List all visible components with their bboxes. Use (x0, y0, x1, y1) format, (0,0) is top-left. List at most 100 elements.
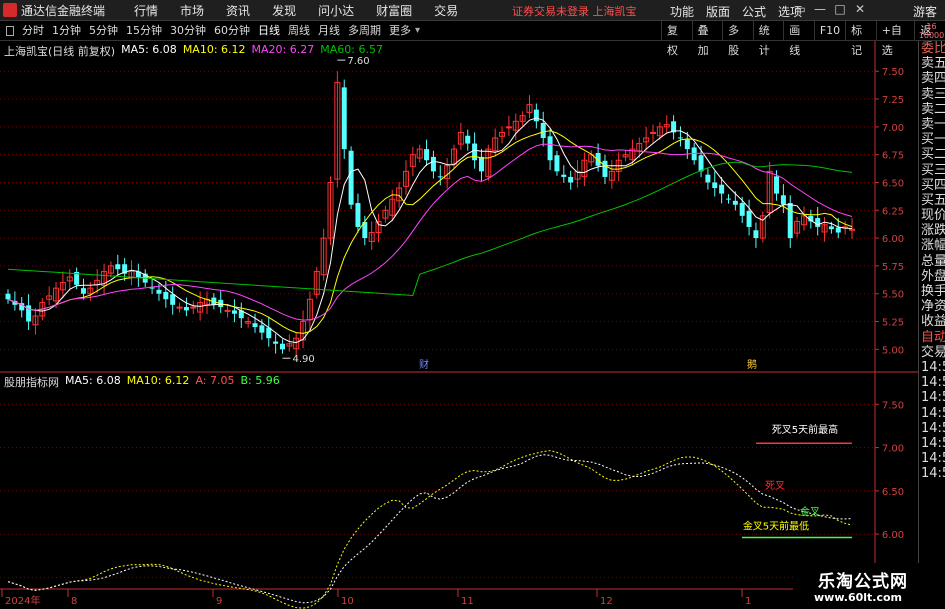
side-item[interactable]: 卖二 (919, 102, 945, 117)
side-item[interactable]: 买五 (919, 193, 945, 208)
period-daily[interactable]: 日线 (254, 21, 284, 41)
main-annotations: 7.604.90财鹅 (282, 56, 757, 371)
y-tick-label: 6.00 (882, 234, 904, 245)
side-item[interactable]: 14:56 (919, 451, 945, 466)
watermark-title: 乐淘公式网 (818, 572, 908, 592)
candle-body (677, 137, 683, 139)
side-item[interactable]: 收益 (919, 314, 945, 329)
period-60min[interactable]: 60分钟 (210, 21, 254, 41)
candle-body (561, 174, 567, 177)
period-multi[interactable]: 多周期 (344, 21, 385, 41)
tool-multi-stock[interactable]: 多股 (722, 21, 753, 57)
chart-area[interactable]: 5.00 5.25 5.50 5.75 6.00 6.25 6.50 6.75 7.00 7.25… (0, 41, 918, 609)
x-tick-label: 11 (461, 596, 474, 607)
tool-draw[interactable]: 画线 (783, 21, 814, 57)
main-legend: 上海凯宝(日线 前复权) MA5: 6.08 MA10: 6.12 MA20: … (4, 43, 383, 59)
period-weekly[interactable]: 周线 (284, 21, 314, 41)
candle-body (163, 292, 169, 300)
side-item[interactable]: 14:56 (919, 390, 945, 405)
period-1min[interactable]: 1分钟 (48, 21, 85, 41)
menu-layout[interactable]: 版面 (700, 3, 736, 20)
side-item[interactable]: 现价 (919, 208, 945, 223)
x-tick-label: 2024年 (5, 594, 40, 607)
side-item[interactable]: 14:56 (919, 360, 945, 375)
tool-overlay[interactable]: 叠加 (691, 21, 723, 57)
panel-toggle-icon[interactable] (6, 25, 14, 36)
page-corner: 16 10000 (918, 22, 945, 41)
restore-icon[interactable]: ▭ (792, 2, 808, 16)
period-5min[interactable]: 5分钟 (85, 21, 122, 41)
menu-formula[interactable]: 公式 (736, 3, 772, 20)
candle-body (355, 203, 361, 227)
ma10-line (7, 130, 853, 334)
legend-sub-a: A: 7.05 (195, 374, 235, 387)
x-tick-label: 1 (745, 596, 751, 607)
side-item[interactable]: 换手 (919, 284, 945, 299)
period-15min[interactable]: 15分钟 (122, 21, 166, 41)
side-item[interactable]: 卖四 (919, 71, 945, 86)
right-menu: 功能 版面 公式 选项 (664, 3, 808, 20)
tool-add-watch[interactable]: +自选 (875, 21, 915, 57)
y-tick-label: 7.00 (882, 444, 904, 455)
candle-body (156, 289, 162, 294)
side-item[interactable]: 卖一 (919, 117, 945, 132)
stock-name[interactable]: 上海凯宝(日线 前复权) (4, 43, 115, 59)
side-item[interactable]: 委比 (919, 41, 945, 56)
side-item[interactable]: 总量 (919, 254, 945, 269)
login-warning[interactable]: 证券交易未登录 上海凯宝 (512, 3, 637, 19)
maximize-icon[interactable]: □ (832, 2, 848, 16)
side-item[interactable]: 涨幅 (919, 238, 945, 253)
menu-discover[interactable]: 发现 (261, 2, 307, 19)
guest-user[interactable]: 游客 (913, 3, 937, 20)
x-axis: 2024年 8 9 10 11 12 1 (1, 589, 751, 607)
side-item[interactable]: 14:56 (919, 421, 945, 436)
menu-ask[interactable]: 问小达 (307, 2, 365, 19)
period-30min[interactable]: 30分钟 (166, 21, 210, 41)
side-item[interactable]: 买二 (919, 147, 945, 162)
candlestick-series (5, 71, 855, 356)
candle-body (279, 343, 285, 350)
side-item[interactable]: 卖五 (919, 56, 945, 71)
period-more[interactable]: 更多 (385, 21, 415, 41)
minimize-icon[interactable]: — (812, 2, 828, 16)
close-icon[interactable]: ✕ (852, 2, 868, 16)
menu-quotes[interactable]: 行情 (123, 2, 169, 19)
app-logo-icon (3, 3, 17, 17)
menu-market[interactable]: 市场 (169, 2, 215, 19)
candle-body (739, 203, 745, 216)
side-item[interactable]: 14:56 (919, 375, 945, 390)
chevron-down-icon[interactable]: ▾ (415, 25, 420, 36)
legend-ma5: MA5: 6.08 (121, 43, 177, 56)
side-item[interactable]: 14:56 (919, 466, 945, 481)
candle-body (828, 226, 834, 230)
side-item[interactable]: 14:56 (919, 406, 945, 421)
ma5-line (7, 117, 853, 344)
gold-cross-label: 金叉 (800, 505, 820, 518)
side-item[interactable]: 外盘 (919, 269, 945, 284)
side-item[interactable]: 涨跌 (919, 223, 945, 238)
menu-wealth[interactable]: 财富圈 (365, 2, 423, 19)
indicator-name[interactable]: 股朋指标网 (4, 374, 59, 390)
side-item[interactable]: 买四 (919, 178, 945, 193)
tool-stats[interactable]: 统计 (752, 21, 784, 57)
candle-body (80, 288, 86, 294)
indicator-legend: 股朋指标网 MA5: 6.08 MA10: 6.12 A: 7.05 B: 5.… (4, 374, 280, 390)
tool-adjust[interactable]: 复权 (661, 21, 692, 57)
period-intraday[interactable]: 分时 (18, 21, 48, 41)
right-toolbar: 复权 叠加 多股 统计 画线 F10 标记 +自选 返回 (661, 21, 945, 57)
side-item[interactable]: 买一 (919, 132, 945, 147)
side-item[interactable]: 净资 (919, 299, 945, 314)
side-item[interactable]: 交易 (919, 345, 945, 360)
side-item[interactable]: 买三 (919, 163, 945, 178)
menu-news[interactable]: 资讯 (215, 2, 261, 19)
tool-f10[interactable]: F10 (813, 21, 845, 41)
y-tick-label: 5.25 (882, 318, 904, 329)
side-item[interactable]: 14:56 (919, 436, 945, 451)
period-monthly[interactable]: 月线 (314, 21, 344, 41)
side-item[interactable]: 卖三 (919, 87, 945, 102)
menu-trade[interactable]: 交易 (423, 2, 469, 19)
tool-mark[interactable]: 标记 (845, 21, 876, 57)
side-item[interactable]: 自动 (919, 330, 945, 345)
candle-body (835, 227, 841, 233)
menu-function[interactable]: 功能 (664, 3, 700, 20)
